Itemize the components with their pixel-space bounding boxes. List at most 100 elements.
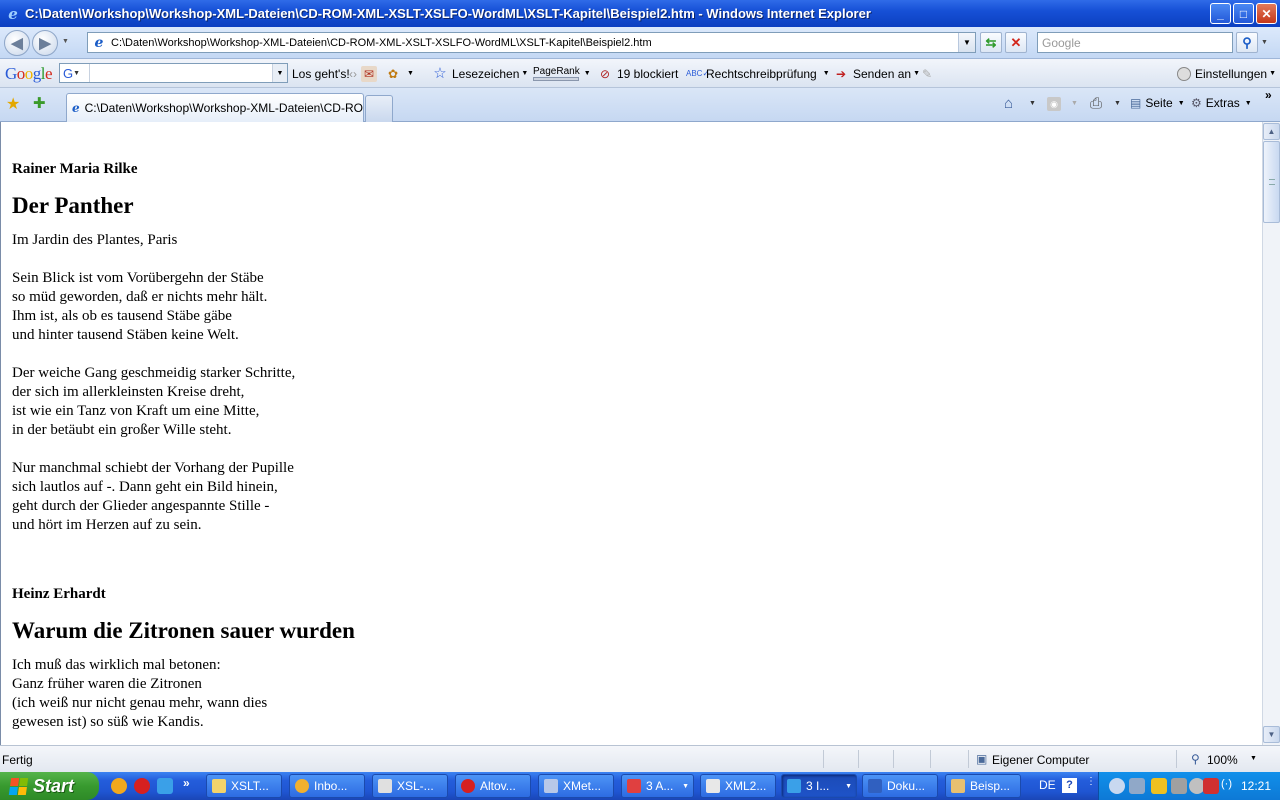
ie-task-icon <box>787 779 801 793</box>
refresh-icon: ⇆ <box>985 34 997 50</box>
poem-author: Heinz Erhardt <box>12 586 106 602</box>
window-title-bar: e C:\Daten\Workshop\Workshop-XML-Dateien… <box>0 0 1280 27</box>
print-dropdown[interactable]: ▼ <box>1114 100 1121 107</box>
taskbar-item[interactable]: XSLT... <box>206 774 282 798</box>
bookmarks-menu[interactable]: ☆ Lesezeichen ▼ <box>432 59 528 88</box>
page-menu[interactable]: ▤ Seite ▼ <box>1130 96 1185 110</box>
antivirus-icon[interactable] <box>134 778 150 794</box>
back-tray-icon[interactable] <box>1109 778 1125 794</box>
toolbar-more-button[interactable]: » <box>1265 88 1272 102</box>
popup-button[interactable]: ✿ ▼ <box>385 59 414 88</box>
system-tray: (·) 12:21 <box>1098 772 1280 800</box>
taskbar-item[interactable]: Inbo... <box>289 774 365 798</box>
send-to-menu[interactable]: ➔ Senden an ▼ <box>833 59 920 88</box>
tab-active[interactable]: e C:\Daten\Workshop\Workshop-XML-Dateien… <box>66 93 364 122</box>
messenger-icon[interactable] <box>111 778 127 794</box>
usb-icon[interactable] <box>1171 778 1187 794</box>
xsl-icon <box>378 779 392 793</box>
address-dropdown-button[interactable]: ▼ <box>958 33 975 52</box>
vertical-scrollbar[interactable]: ▲ ▼ <box>1262 122 1280 745</box>
google-g-icon[interactable]: G ▼ <box>60 64 90 82</box>
document-icon <box>951 779 965 793</box>
feeds-icon[interactable]: ◉ <box>1047 97 1061 111</box>
spellcheck-button[interactable]: ABC✓ Rechtschreibprüfung ▼ <box>686 59 830 88</box>
arrow-left-icon: ◀ <box>11 35 23 52</box>
taskbar-item[interactable]: Beisp... <box>945 774 1021 798</box>
pagerank-display[interactable]: PageRank ▼ <box>533 59 591 88</box>
pagerank-bar <box>533 76 579 81</box>
language-indicator[interactable]: DE <box>1039 778 1056 792</box>
acrobat-icon <box>627 779 641 793</box>
google-search-input[interactable]: G ▼ ▼ <box>59 63 288 83</box>
taskbar-item[interactable]: Doku... <box>862 774 938 798</box>
folder-icon <box>212 779 226 793</box>
extras-menu[interactable]: ⚙ Extras ▼ <box>1191 96 1252 110</box>
stop-button[interactable]: ✕ <box>1005 32 1027 53</box>
search-input[interactable]: Google <box>1037 32 1233 53</box>
add-favorites-icon[interactable]: ✚ <box>33 94 46 112</box>
settings-menu[interactable]: Einstellungen ▼ <box>1177 59 1276 88</box>
scroll-up-button[interactable]: ▲ <box>1263 123 1280 140</box>
google-search-dropdown[interactable]: ▼ <box>272 64 287 82</box>
feeds-dropdown[interactable]: ▼ <box>1071 100 1078 107</box>
taskbar-item[interactable]: Altov... <box>455 774 531 798</box>
network-icon[interactable] <box>1129 778 1145 794</box>
gear-icon: ⚙ <box>1191 96 1202 110</box>
security-tray-icon[interactable] <box>1203 778 1219 794</box>
history-dropdown[interactable]: ▼ <box>62 38 69 45</box>
news-button[interactable]: ✉ <box>361 59 381 88</box>
poem-1: Rainer Maria Rilke Der Panther Im Jardin… <box>12 160 295 535</box>
address-text[interactable]: C:\Daten\Workshop\Workshop-XML-Dateien\C… <box>111 37 958 49</box>
google-toolbar: Google G ▼ ▼ Los geht's! ‹› ✉ ✿ ▼ ☆ Lesezei… <box>0 59 1280 88</box>
taskbar-item[interactable]: XMet... <box>538 774 614 798</box>
ie-page-icon: e <box>94 34 104 51</box>
ie-quicklaunch-icon[interactable] <box>157 778 173 794</box>
sound-icon[interactable]: (·) <box>1221 778 1237 794</box>
home-dropdown[interactable]: ▼ <box>1029 100 1036 107</box>
scroll-down-button[interactable]: ▼ <box>1263 726 1280 743</box>
home-icon[interactable]: ⌂ <box>1004 95 1013 112</box>
send-icon: ➔ <box>835 66 847 81</box>
back-button[interactable]: ◀ <box>4 30 30 56</box>
altova-icon <box>461 779 475 793</box>
zoom-dropdown[interactable]: ▼ <box>1250 755 1257 762</box>
mail-icon <box>295 779 309 793</box>
spellcheck-icon: ABC✓ <box>686 68 710 78</box>
scroll-thumb[interactable] <box>1263 141 1280 223</box>
forward-button[interactable]: ▶ <box>32 30 58 56</box>
search-options-dropdown[interactable]: ▼ <box>1261 39 1268 46</box>
zoom-level[interactable]: 100% <box>1207 753 1238 767</box>
refresh-button[interactable]: ⇆ <box>980 32 1002 53</box>
address-field[interactable]: e C:\Daten\Workshop\Workshop-XML-Dateien… <box>87 32 976 53</box>
toolbar-separator-icon: ‹› <box>349 66 357 81</box>
poem-stanza: Nur manchmal schiebt der Vorhang der Pup… <box>12 460 294 533</box>
help-icon[interactable]: ? <box>1062 778 1077 793</box>
new-tab-button[interactable] <box>365 95 393 122</box>
taskbar-item-active[interactable]: 3 I... ▼ <box>781 774 857 798</box>
favorites-star-icon[interactable]: ★ <box>6 94 20 114</box>
taskbar-item[interactable]: 3 A... ▼ <box>621 774 694 798</box>
poem-stanza: Sein Blick ist vom Vorübergehn der Stäbe… <box>12 270 268 343</box>
taskbar-item[interactable]: XSL-... <box>372 774 448 798</box>
clock[interactable]: 12:21 <box>1241 779 1271 793</box>
print-icon[interactable]: ⎙ <box>1090 95 1102 112</box>
go-button[interactable]: Los geht's! <box>292 59 350 88</box>
ie-icon: e <box>8 4 18 23</box>
minimize-button[interactable]: _ <box>1210 3 1231 24</box>
close-button[interactable]: ✕ <box>1256 3 1277 24</box>
highlight-icon[interactable]: ✎ <box>922 59 932 88</box>
language-bar-options[interactable]: ⋮ <box>1086 776 1096 787</box>
maximize-button[interactable]: □ <box>1233 3 1254 24</box>
quicklaunch-more[interactable]: » <box>183 776 190 790</box>
arrow-right-icon: ▶ <box>39 35 51 52</box>
start-button[interactable]: Start <box>0 772 99 800</box>
taskbar-item[interactable]: XML2... <box>700 774 776 798</box>
poem-2: Heinz Erhardt Warum die Zitronen sauer w… <box>12 585 355 732</box>
popup-blocker[interactable]: ⊘ 19 blockiert <box>597 59 678 88</box>
poem-title: Warum die Zitronen sauer wurden <box>12 618 355 643</box>
word-icon <box>868 779 882 793</box>
poem-stanza: Der weiche Gang geschmeidig starker Schr… <box>12 365 296 438</box>
search-button[interactable]: ⚲ <box>1236 32 1258 53</box>
clock-tray-icon[interactable] <box>1151 778 1167 794</box>
security-zone[interactable]: Eigener Computer <box>992 753 1089 767</box>
